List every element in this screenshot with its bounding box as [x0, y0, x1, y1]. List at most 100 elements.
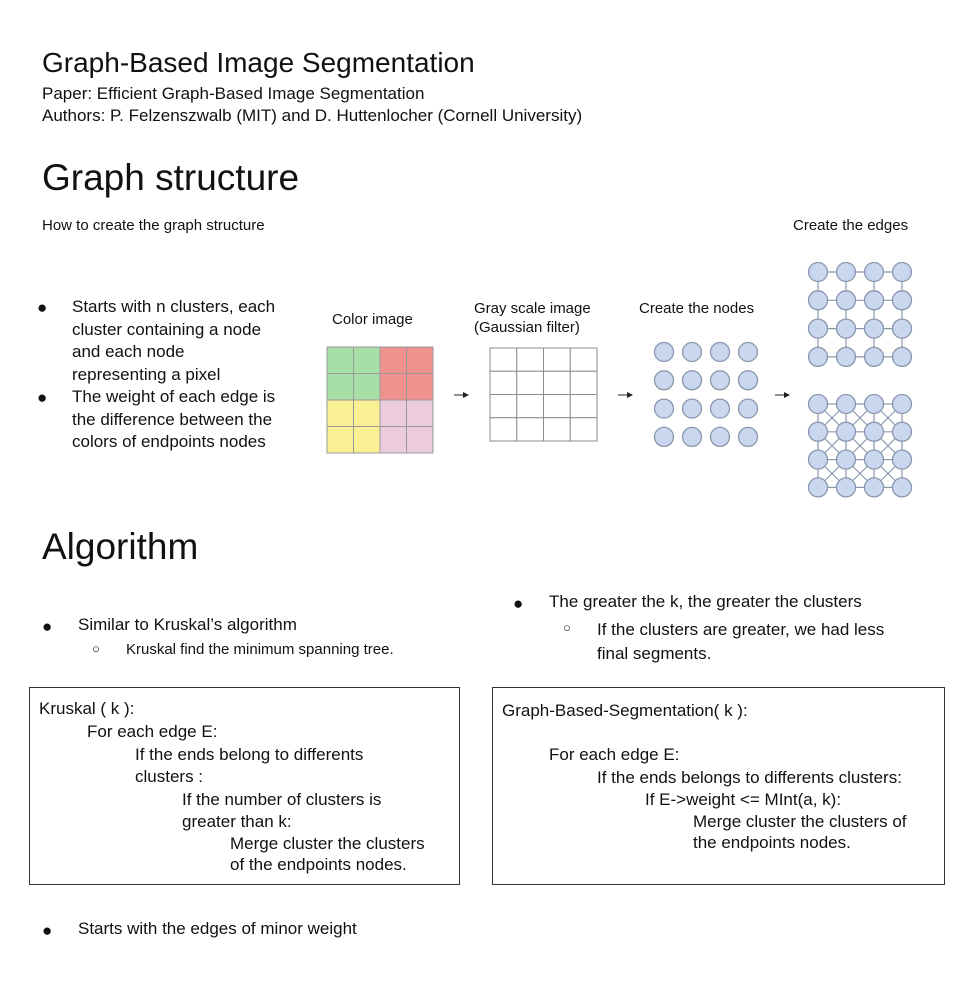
code-line: If the number of clusters is [182, 790, 382, 809]
node-circle [863, 449, 885, 470]
gray-cell [569, 417, 598, 442]
circle-bullet-icon: ○ [563, 620, 571, 635]
node-circle [863, 393, 885, 415]
node-circle [807, 261, 829, 283]
node-circle [807, 346, 829, 368]
node-circle [835, 261, 857, 283]
node-circle [681, 398, 703, 419]
node-circle [835, 346, 857, 368]
code-line: For each edge E: [549, 745, 680, 764]
color-cell [406, 346, 434, 374]
node-circle [891, 346, 913, 368]
color-cell [379, 426, 407, 454]
code-line: of the endpoints nodes. [230, 855, 407, 874]
gray-cell [569, 394, 598, 419]
code-line: If the ends belong to differents [135, 745, 364, 764]
code-line: Merge cluster the clusters of [693, 812, 907, 831]
color-cell [379, 399, 407, 427]
color-cell [326, 399, 354, 427]
color-cell [379, 346, 407, 374]
algorithm-heading: Algorithm [42, 526, 199, 567]
gray-cell [516, 394, 544, 419]
node-circle [737, 426, 759, 448]
diagonal-edges-graph [807, 393, 913, 498]
node-circle [891, 318, 913, 339]
node-circle [835, 449, 857, 470]
bullet-dot: ● [513, 594, 524, 613]
node-circle [835, 290, 857, 311]
color-cell [326, 373, 354, 401]
color-cell [353, 373, 381, 401]
code-line: If the ends belongs to differents cluste… [597, 768, 902, 787]
node-circle [653, 426, 675, 448]
code-line: Kruskal ( k ): [39, 699, 135, 718]
sub-bullet-line: If the clusters are greater, we had less [597, 620, 885, 639]
node-circle [737, 398, 759, 419]
code-line: If E->weight <= MInt(a, k): [645, 790, 842, 809]
gray-cell [516, 347, 544, 372]
node-circle [863, 290, 885, 311]
color-image-grid [326, 346, 434, 454]
node-circle [891, 290, 913, 311]
circle-bullet-icon: ○ [92, 641, 100, 656]
color-cell [406, 426, 434, 454]
gray-cell [489, 394, 518, 419]
node-circle [891, 393, 913, 415]
node-circle [863, 261, 885, 283]
minor-weight-bullet: Starts with the edges of minor weight [78, 919, 357, 938]
node-circle [681, 426, 703, 448]
code-line: Merge cluster the clusters [230, 834, 425, 853]
color-cell [353, 346, 381, 374]
kruskal-similarity-bullet: Similar to Kruskal’s algorithm [78, 615, 297, 634]
node-circle [709, 370, 731, 391]
node-circle [737, 341, 759, 363]
node-circle [891, 477, 913, 498]
gray-cell [489, 347, 518, 372]
bullet-dot: ● [42, 921, 53, 940]
gray-image-grid [489, 347, 598, 442]
color-cell [326, 426, 354, 454]
node-circle [653, 398, 675, 419]
node-circle [807, 477, 829, 498]
gray-cell [516, 370, 544, 395]
color-cell [379, 373, 407, 401]
gray-cell [543, 347, 571, 372]
node-circle [653, 341, 675, 363]
node-circle [835, 393, 857, 415]
node-circle [835, 318, 857, 339]
node-circle [681, 341, 703, 363]
nodes-graph [653, 341, 759, 448]
gray-cell [543, 394, 571, 419]
node-circle [863, 346, 885, 368]
greater-k-sub-bullet: If the clusters are greater, we had less… [597, 618, 884, 666]
gray-cell [516, 417, 544, 442]
gray-cell [569, 370, 598, 395]
bullet-dot: ● [42, 617, 53, 636]
code-line: Graph-Based-Segmentation( k ): [502, 701, 748, 720]
node-circle [737, 370, 759, 391]
node-circle [709, 398, 731, 419]
code-line: greater than k: [182, 812, 292, 831]
gray-cell [489, 417, 518, 442]
gray-cell [543, 370, 571, 395]
node-circle [863, 477, 885, 498]
node-circle [807, 449, 829, 470]
node-circle [863, 318, 885, 339]
node-circle [681, 370, 703, 391]
node-circle [835, 421, 857, 442]
node-circle [807, 318, 829, 339]
gray-cell [489, 370, 518, 395]
node-circle [891, 421, 913, 442]
gray-cell [569, 347, 598, 372]
grid-edges-graph [807, 261, 913, 368]
color-cell [406, 373, 434, 401]
node-circle [709, 426, 731, 448]
greater-k-bullet: The greater the k, the greater the clust… [549, 592, 862, 611]
color-cell [326, 346, 354, 374]
node-circle [891, 449, 913, 470]
code-line: clusters : [135, 767, 204, 786]
code-line: For each edge E: [87, 722, 218, 741]
code-line: the endpoints nodes. [693, 833, 851, 852]
color-cell [353, 426, 381, 454]
node-circle [863, 421, 885, 442]
